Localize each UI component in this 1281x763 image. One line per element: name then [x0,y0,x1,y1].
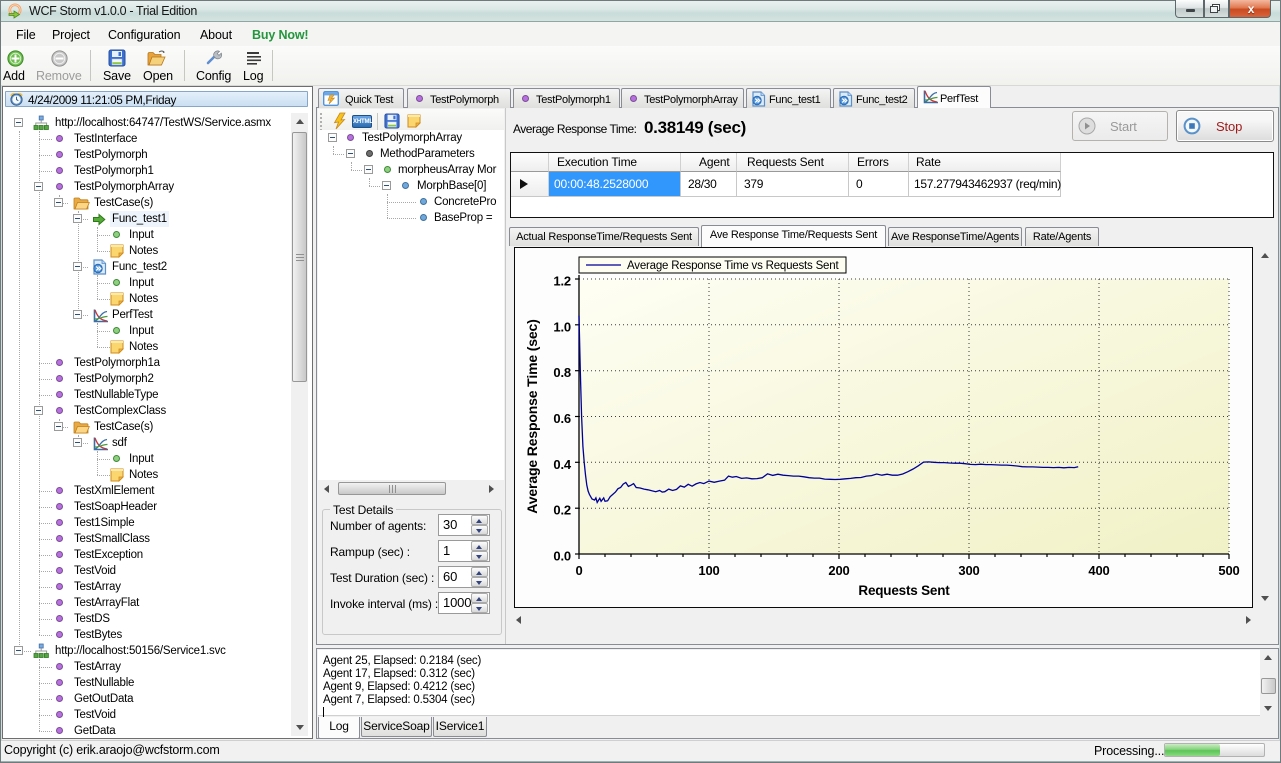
svg-text:200: 200 [828,563,849,578]
svg-text:1.0: 1.0 [553,319,571,334]
svg-text:0.2: 0.2 [553,503,571,518]
svg-text:0.4: 0.4 [553,457,572,472]
svg-text:Average Response Time vs Reque: Average Response Time vs Requests Sent [627,260,839,272]
svg-text:1.2: 1.2 [553,274,571,289]
svg-text:100: 100 [698,563,719,578]
svg-text:Average Response Time (sec): Average Response Time (sec) [524,319,540,513]
svg-text:0.8: 0.8 [553,365,571,380]
svg-text:Requests Sent: Requests Sent [858,583,950,598]
svg-text:300: 300 [958,563,979,578]
svg-text:0: 0 [575,563,582,578]
svg-text:0.6: 0.6 [553,411,571,426]
svg-text:0.0: 0.0 [553,549,571,564]
svg-text:400: 400 [1088,563,1109,578]
svg-text:500: 500 [1218,563,1239,578]
